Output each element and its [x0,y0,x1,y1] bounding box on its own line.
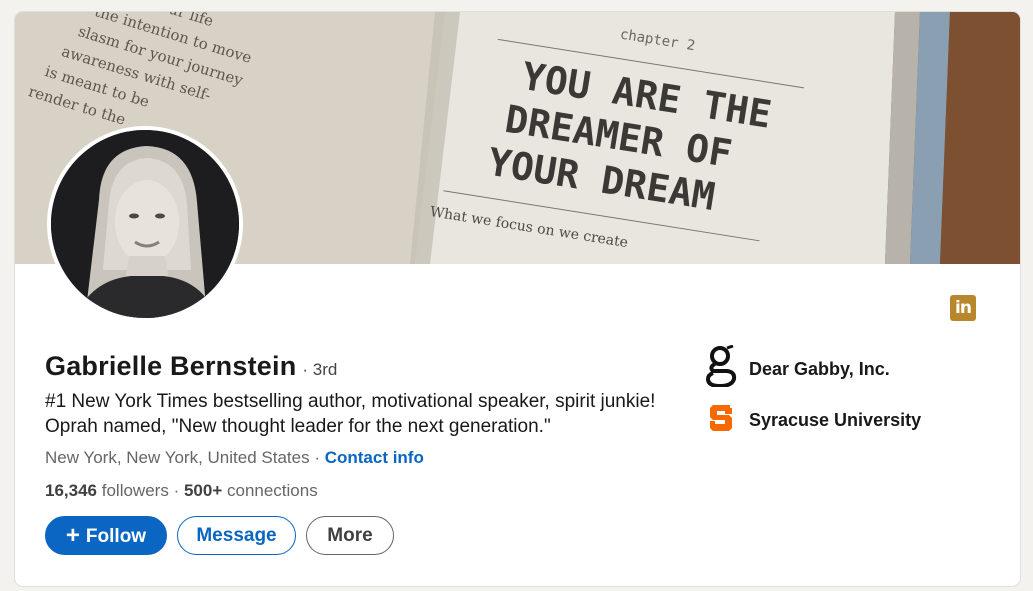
dear-gabby-logo-icon [705,344,737,389]
profile-headline: #1 New York Times bestselling author, mo… [45,391,656,437]
connections-count[interactable]: 500+ [184,481,222,500]
connection-degree: · 3rd [302,360,338,379]
follow-button-label: Follow [85,526,147,547]
org-label: Dear Gabby, Inc. [749,359,890,379]
followers-label: followers [101,481,169,500]
name-row: Gabrielle Bernstein · 3rd [45,351,337,382]
avatar [51,130,239,318]
org-label: Syracuse University [749,410,922,430]
connections-label: connections [226,481,318,500]
location-separator: · [309,448,325,467]
syracuse-logo-icon [705,402,737,438]
profile-name: Gabrielle Bernstein [45,351,297,381]
stats-row: 16,346 followers · 500+ connections [45,481,318,501]
profile-location: New York, New York, United States [45,448,310,467]
followers-count[interactable]: 16,346 [45,481,97,500]
follow-button[interactable]: + Follow [45,516,167,555]
message-button-label: Message [196,525,277,546]
more-button-label: More [327,525,373,546]
profile-photo[interactable] [47,126,243,322]
plus-icon: + [65,522,80,549]
stats-separator: · [173,481,184,500]
location-row: New York, New York, United States · Cont… [45,448,424,468]
contact-info-link[interactable]: Contact info [325,448,424,467]
linkedin-icon[interactable]: in [950,295,976,321]
profile-card: on in your life the intention to move sl… [15,12,1020,586]
message-button[interactable]: Message [177,516,296,555]
more-button[interactable]: More [306,516,394,555]
